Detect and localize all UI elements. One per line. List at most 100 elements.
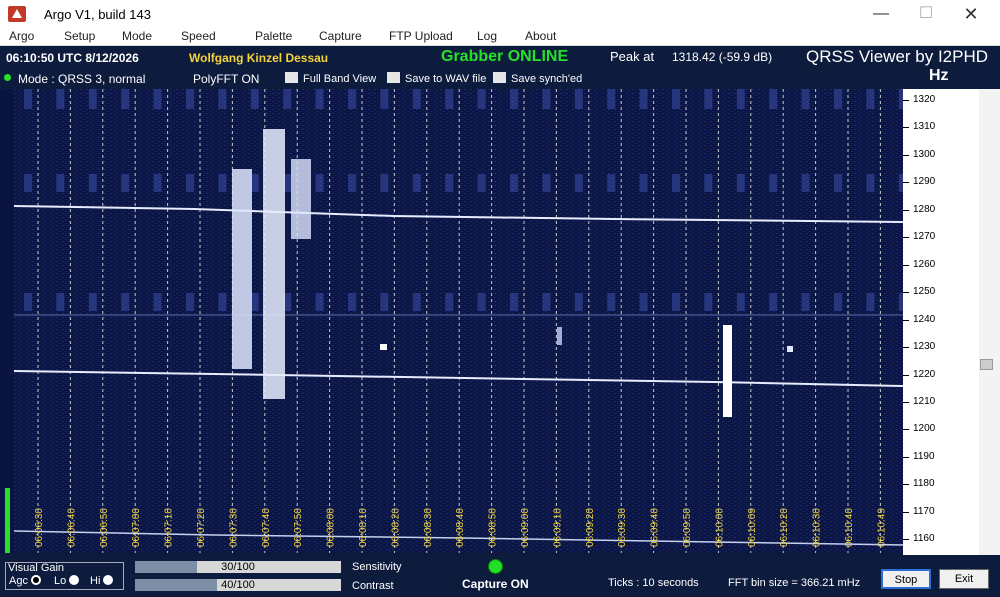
gain-agc-radio[interactable]: Agc [9, 575, 41, 587]
interference-band [801, 174, 810, 192]
frequency-tick [903, 401, 909, 403]
menu-mode[interactable]: Mode [122, 29, 152, 43]
mode-text: Mode : QRSS 3, normal [18, 72, 146, 86]
capture-led-icon [488, 559, 503, 574]
frequency-tick [903, 237, 909, 239]
save-synched-checkbox[interactable]: Save synch'ed [493, 72, 582, 85]
spectrogram-noise [14, 89, 903, 553]
interference-band [380, 293, 389, 311]
frequency-tick [903, 154, 909, 156]
checkbox-box[interactable] [285, 72, 298, 83]
frequency-label: 1230 [913, 341, 936, 353]
app-brand: QRSS Viewer by I2PHD [806, 47, 989, 66]
fft-bin-info: FFT bin size = 366.21 mHz [728, 577, 861, 589]
interference-band [704, 293, 713, 311]
interference-band [153, 293, 162, 311]
time-label: 06:08:20 [390, 508, 401, 547]
minimize-button[interactable]: — [858, 0, 904, 28]
interference-band [769, 174, 778, 192]
interference-band [574, 293, 583, 311]
interference-band [639, 293, 648, 311]
interference-band [56, 89, 65, 109]
interference-band [866, 174, 875, 192]
sensitivity-label: Sensitivity [352, 561, 402, 573]
radio-button[interactable] [69, 575, 80, 585]
spectrogram-left-margin [0, 89, 14, 553]
save-wav-label: Save to WAV file [405, 73, 487, 85]
status-header: 06:10:50 UTC 8/12/2026 Wolfgang Kinzel D… [0, 46, 1000, 70]
frequency-label: 1200 [913, 423, 936, 435]
sensitivity-slider[interactable]: 30/100 [135, 561, 341, 573]
interference-band [866, 89, 875, 109]
menu-bar: Argo Setup Mode Speed Palette Capture FT… [0, 28, 1000, 46]
operator-name: Wolfgang Kinzel Dessau [189, 51, 329, 65]
interference-band [121, 89, 130, 109]
signal-burst [557, 327, 562, 345]
interference-band [736, 89, 745, 109]
frequency-tick [903, 182, 909, 184]
spectrogram-waterfall[interactable]: 06:06:30 06:06:40 06:06:50 06:07:00 06:07:10… [14, 89, 903, 553]
checkbox-box[interactable] [493, 72, 506, 83]
interference-band [88, 174, 97, 192]
frequency-label: 1220 [913, 368, 936, 380]
contrast-slider[interactable]: 40/100 [135, 579, 341, 591]
interference-band [672, 174, 680, 192]
contrast-label: Contrast [352, 580, 394, 592]
frequency-scrollbar[interactable] [979, 89, 1000, 555]
title-bar: Argo V1, build 143 — ☐ ✕ [0, 0, 1000, 28]
frequency-tick [903, 374, 909, 376]
radio-selected[interactable] [30, 575, 41, 585]
menu-palette[interactable]: Palette [255, 29, 292, 43]
interference-band [218, 174, 227, 192]
gain-hi-radio[interactable]: Hi [90, 575, 114, 587]
signal-level-bar [5, 488, 10, 553]
exit-button[interactable]: Exit [939, 569, 989, 589]
interference-band [445, 293, 454, 311]
interference-band [866, 293, 875, 311]
frequency-label: 1240 [913, 313, 936, 325]
interference-band [542, 89, 551, 109]
interference-band [542, 174, 551, 192]
maximize-button[interactable]: ☐ [903, 0, 949, 28]
interference-band [769, 293, 778, 311]
peak-value: 1318.42 (-59.9 dB) [672, 50, 773, 64]
interference-band [769, 89, 778, 109]
interference-band [88, 293, 97, 311]
menu-ftp-upload[interactable]: FTP Upload [389, 29, 453, 43]
interference-band [24, 293, 32, 311]
interference-band [218, 293, 227, 311]
scrollbar-thumb[interactable] [980, 359, 993, 370]
checkbox-box[interactable] [387, 72, 400, 83]
grabber-status: Grabber ONLINE [441, 48, 569, 65]
signal-burst [263, 129, 285, 399]
interference-band [672, 293, 680, 311]
menu-argo[interactable]: Argo [9, 29, 34, 43]
frequency-tick [903, 347, 909, 349]
time-label: 06:08:10 [358, 508, 369, 547]
close-button[interactable]: ✕ [948, 0, 994, 28]
interference-band [56, 174, 65, 192]
gain-lo-radio[interactable]: Lo [54, 575, 80, 587]
full-band-view-checkbox[interactable]: Full Band View [285, 72, 376, 85]
stop-button[interactable]: Stop [881, 569, 931, 589]
menu-speed[interactable]: Speed [181, 29, 216, 43]
menu-log[interactable]: Log [477, 29, 497, 43]
full-band-view-label: Full Band View [303, 73, 377, 85]
menu-capture[interactable]: Capture [319, 29, 362, 43]
interference-band [834, 89, 842, 109]
interference-band [510, 174, 518, 192]
time-label: 06:09:50 [682, 508, 693, 547]
interference-band [315, 174, 324, 192]
menu-setup[interactable]: Setup [64, 29, 95, 43]
interference-band [477, 89, 486, 109]
radio-button[interactable] [103, 575, 114, 585]
frequency-label: 1310 [913, 121, 936, 133]
utc-clock: 06:10:50 UTC 8/12/2026 [6, 51, 139, 65]
interference-band [186, 174, 194, 192]
peak-label: Peak at [610, 49, 655, 64]
save-wav-checkbox[interactable]: Save to WAV file [387, 72, 486, 85]
interference-band [510, 89, 518, 109]
time-label: 06:10:49 [876, 508, 887, 547]
menu-about[interactable]: About [525, 29, 556, 43]
frequency-label: 1160 [913, 533, 935, 545]
